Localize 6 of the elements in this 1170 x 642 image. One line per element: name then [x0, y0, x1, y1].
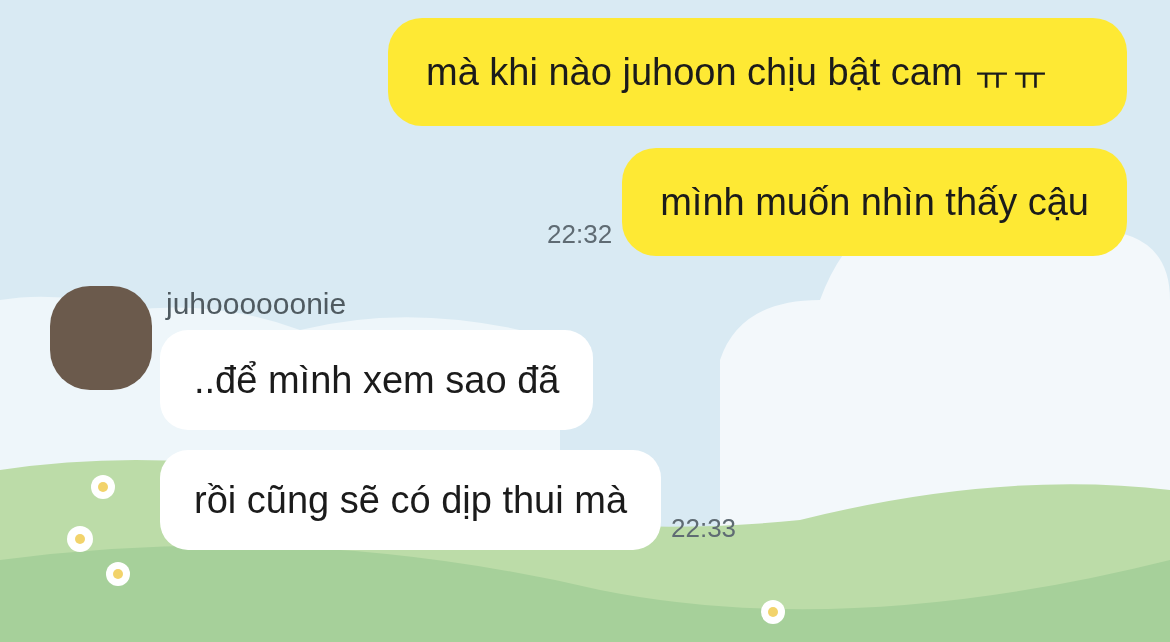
message-bubble: mình muốn nhìn thấy cậu: [622, 148, 1127, 256]
sender-name: juhoooooonie: [166, 286, 348, 322]
message-bubble: mà khi nào juhoon chịu bật cam ㅠㅠ: [388, 18, 1127, 126]
message-time: 22:32: [547, 218, 613, 251]
message-bubble: ..để mình xem sao đã: [160, 330, 594, 430]
message-bubble: rồi cũng sẽ có dịp thui mà: [160, 450, 661, 550]
